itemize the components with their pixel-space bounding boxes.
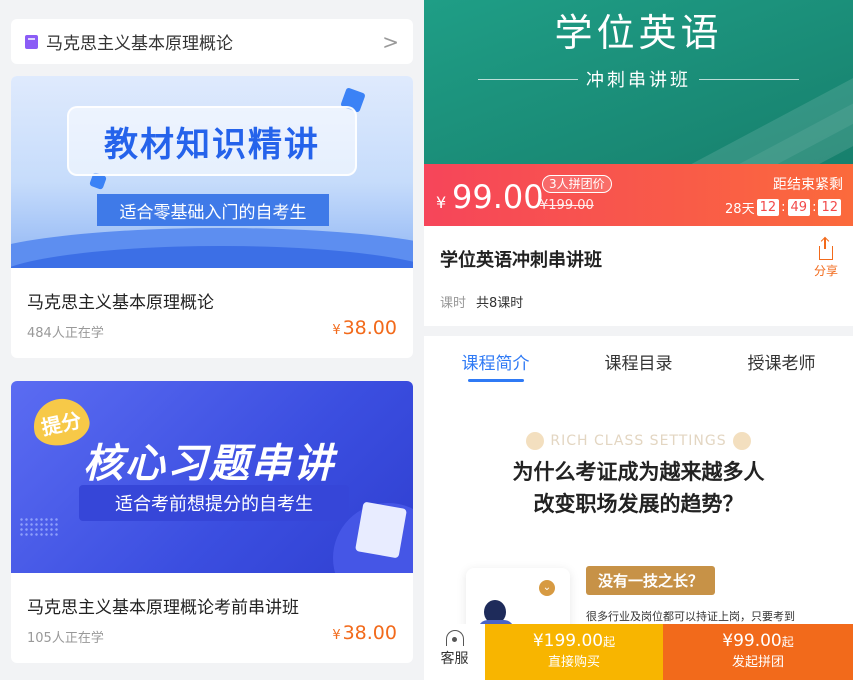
chevron-right-icon: > xyxy=(382,29,399,54)
countdown-separator: : xyxy=(812,200,817,215)
countdown-label: 距结束紧剩 xyxy=(773,177,843,193)
divider-line xyxy=(699,78,799,80)
purchase-bar: 客服 ¥199.00起 直接购买 ¥99.00起 发起拼团 xyxy=(424,624,853,680)
slogan-badge: 没有一技之长？ xyxy=(586,566,716,595)
start-group-button[interactable]: ¥99.00起 发起拼团 xyxy=(663,624,853,680)
currency-symbol: ¥ xyxy=(436,193,447,212)
countdown-minutes: 49 xyxy=(787,199,811,216)
course-hero-banner: 学位英语 冲刺串讲班 xyxy=(424,0,853,164)
tab-catalog[interactable]: 课程目录 xyxy=(567,336,710,388)
detail-tabs: 课程简介 课程目录 授课老师 xyxy=(424,336,853,388)
course-price: ¥38.00 xyxy=(332,317,397,339)
group-badge: 3人拼团价 xyxy=(542,175,612,193)
customer-service-button[interactable]: 客服 xyxy=(424,624,485,680)
banner-tagline: 适合考前想提分的自考生 xyxy=(79,485,349,521)
group-price: 99.00 xyxy=(452,178,544,216)
intro-headline-line: 改变职场发展的趋势？ xyxy=(533,492,744,516)
course-title: 马克思主义基本原理概论 xyxy=(27,293,214,313)
course-banner: 提分 核心习题串讲 适合考前想提分的自考生 xyxy=(11,381,413,573)
countdown-separator: : xyxy=(781,200,786,215)
subject-selector-label: 马克思主义基本原理概论 xyxy=(46,34,233,54)
lesson-count: 课时 共8课时 xyxy=(440,292,523,311)
course-name: 学位英语冲刺串讲班 xyxy=(440,250,602,271)
course-intro-content: RICH CLASS SETTINGS 为什么考证成为越来越多人 改变职场发展的… xyxy=(424,400,853,648)
countdown-timer: 28天 12 : 49 : 12 xyxy=(725,198,843,217)
banner-headline: 核心习题串讲 xyxy=(83,441,335,487)
sun-icon xyxy=(526,432,545,450)
banner-headline-panel: 教材知识精讲 xyxy=(67,106,357,176)
share-icon xyxy=(819,238,833,260)
buy-price-suffix: 起 xyxy=(603,635,616,649)
book-icon xyxy=(25,34,38,49)
buy-now-button[interactable]: ¥199.00起 直接购买 xyxy=(485,624,663,680)
headset-icon xyxy=(445,630,464,646)
group-label: 发起拼团 xyxy=(731,655,784,670)
price-value: 38.00 xyxy=(342,317,397,339)
hero-title: 学位英语 xyxy=(554,11,723,55)
decor-heading: RICH CLASS SETTINGS xyxy=(424,432,853,450)
intro-headline: 为什么考证成为越来越多人 改变职场发展的趋势？ xyxy=(424,456,853,520)
course-card[interactable]: 教材知识精讲 适合零基础入门的自考生 马克思主义基本原理概论 484人正在学 ¥… xyxy=(11,76,413,358)
divider-line xyxy=(478,78,578,80)
course-price: ¥38.00 xyxy=(332,622,397,644)
share-button[interactable]: 分享 xyxy=(811,238,841,279)
course-title: 马克思主义基本原理概论考前串讲班 xyxy=(27,598,299,618)
intro-description: 很多行业及岗位都可以持证上岗，只要考到 xyxy=(586,610,795,623)
countdown-hours: 12 xyxy=(756,199,780,216)
tab-teachers[interactable]: 授课老师 xyxy=(710,336,853,388)
course-card[interactable]: 提分 核心习题串讲 适合考前想提分的自考生 马克思主义基本原理概论考前串讲班 1… xyxy=(11,381,413,663)
course-list-panel: 马克思主义基本原理概论 > 教材知识精讲 适合零基础入门的自考生 马克思主义基本… xyxy=(0,0,424,680)
buy-price: ¥199.00起 xyxy=(485,631,663,651)
lesson-count-key: 课时 xyxy=(440,296,467,311)
course-detail-panel: 学位英语 冲刺串讲班 ¥ 99.00 3人拼团价 ¥199.00 距结束紧剩 2… xyxy=(424,0,853,680)
balloon-badge-label: 提分 xyxy=(39,407,84,440)
sun-icon xyxy=(732,432,751,450)
course-banner: 教材知识精讲 适合零基础入门的自考生 xyxy=(11,76,413,268)
banner-headline: 教材知识精讲 xyxy=(104,124,320,165)
original-price: ¥199.00 xyxy=(540,198,594,213)
currency-symbol: ¥ xyxy=(332,323,341,338)
group-price-suffix: 起 xyxy=(781,635,794,649)
learner-count: 105人正在学 xyxy=(27,631,104,646)
price-value: 38.00 xyxy=(342,622,397,644)
currency-symbol: ¥ xyxy=(332,628,341,643)
hero-subtitle: 冲刺串讲班 xyxy=(586,70,691,91)
paper-decoration xyxy=(354,501,408,559)
group-price-value: ¥99.00 xyxy=(722,631,782,651)
intro-headline-line: 为什么考证成为越来越多人 xyxy=(512,460,765,484)
banner-tagline: 适合零基础入门的自考生 xyxy=(97,194,329,226)
chevron-down-icon: ⌄ xyxy=(539,580,555,596)
buy-price-value: ¥199.00 xyxy=(532,631,604,651)
dots-decoration xyxy=(19,517,59,537)
tab-intro[interactable]: 课程简介 xyxy=(424,336,567,388)
buy-label: 直接购买 xyxy=(547,655,600,670)
subject-selector[interactable]: 马克思主义基本原理概论 > xyxy=(11,19,413,64)
group-price-bar: ¥ 99.00 3人拼团价 ¥199.00 距结束紧剩 28天 12 : 49 … xyxy=(424,164,853,226)
hero-subtitle-row: 冲刺串讲班 xyxy=(424,66,853,92)
decor-text: RICH CLASS SETTINGS xyxy=(550,433,727,449)
group-buy-price: ¥99.00起 xyxy=(663,631,853,651)
countdown-days: 28天 xyxy=(725,202,755,217)
share-label: 分享 xyxy=(813,264,838,278)
countdown-seconds: 12 xyxy=(818,199,841,216)
customer-service-label: 客服 xyxy=(440,651,469,667)
lesson-count-value: 共8课时 xyxy=(476,296,524,311)
section-divider xyxy=(424,326,853,336)
learner-count: 484人正在学 xyxy=(27,326,104,341)
